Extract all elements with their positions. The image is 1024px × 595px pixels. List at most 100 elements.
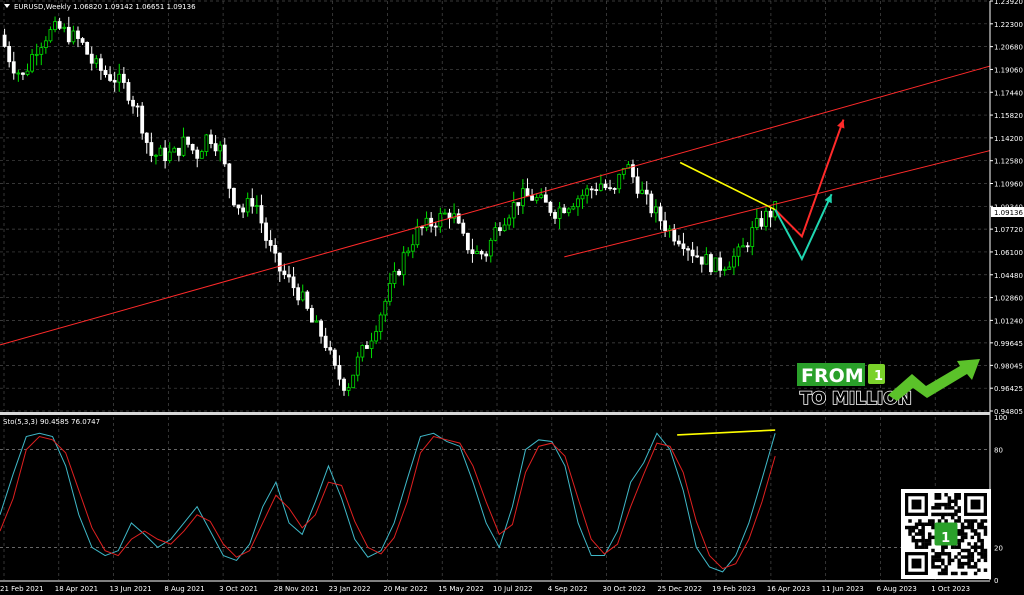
time-tick-label: 15 May 2022 xyxy=(438,585,484,593)
candle-body xyxy=(209,134,213,144)
candle-body xyxy=(475,251,479,255)
candle-body xyxy=(681,243,686,250)
candle-body xyxy=(94,58,99,64)
time-tick-label: 3 Oct 2021 xyxy=(219,585,258,593)
candle-body xyxy=(378,314,383,332)
candle-body xyxy=(566,208,571,214)
candle-body xyxy=(16,72,21,75)
candle-body xyxy=(213,143,218,152)
candle-body xyxy=(199,151,204,159)
candle-body xyxy=(731,255,736,268)
svg-text:1: 1 xyxy=(941,531,950,546)
candle-body xyxy=(126,82,131,101)
price-tick-label: 1.19060 xyxy=(994,66,1023,74)
candle-body xyxy=(80,38,85,43)
candle-body xyxy=(420,226,424,229)
candle-body xyxy=(433,225,438,228)
candle-body xyxy=(89,53,94,64)
candle-body xyxy=(704,254,709,265)
candle-body xyxy=(328,347,333,351)
candle-body xyxy=(264,222,268,241)
candle-body xyxy=(296,287,301,301)
stoch-tick-label: 80 xyxy=(994,447,1003,455)
candle-body xyxy=(250,198,255,207)
stoch-tick-label: 0 xyxy=(994,577,998,585)
price-tick-label: 1.20680 xyxy=(994,44,1023,52)
candle-body xyxy=(241,207,246,213)
candle-body xyxy=(695,255,700,258)
time-tick-label: 11 Jun 2023 xyxy=(822,585,864,593)
candle-body xyxy=(443,212,447,215)
candle-body xyxy=(768,210,773,218)
candle-body xyxy=(709,254,713,273)
candle-body xyxy=(465,232,470,251)
candle-body xyxy=(282,270,287,276)
time-tick-label: 1 Oct 2023 xyxy=(931,585,970,593)
candle-body xyxy=(736,246,741,257)
candle-body xyxy=(300,291,305,301)
candle-body xyxy=(498,227,502,232)
candle-body xyxy=(649,193,654,214)
qr-code[interactable]: 1 xyxy=(901,489,991,579)
price-tick-label: 1.04480 xyxy=(994,272,1023,280)
candle-body xyxy=(236,204,241,209)
time-tick-label: 10 Jul 2022 xyxy=(493,585,533,593)
candle-body xyxy=(690,249,695,257)
candle-body xyxy=(135,105,140,108)
candle-body xyxy=(603,183,608,189)
candle-body xyxy=(470,249,475,255)
price-tick-label: 1.06100 xyxy=(994,249,1023,257)
candle-body xyxy=(66,26,71,43)
candle-body xyxy=(410,244,415,252)
candle-body xyxy=(34,53,39,56)
candle-body xyxy=(745,245,750,248)
candle-body xyxy=(268,240,273,246)
candle-body xyxy=(144,132,149,143)
price-tick-label: 1.17440 xyxy=(994,89,1023,97)
time-tick-label: 16 Apr 2023 xyxy=(767,585,810,593)
time-tick-label: 30 Oct 2022 xyxy=(603,585,646,593)
candle-body xyxy=(39,47,44,55)
candle-body xyxy=(713,257,718,273)
candle-body xyxy=(163,147,168,162)
candle-body xyxy=(11,61,16,74)
price-tick-label: 0.98045 xyxy=(994,362,1023,370)
candle-body xyxy=(287,274,291,278)
candle-body xyxy=(117,73,122,83)
price-tick-label: 0.99645 xyxy=(994,340,1023,348)
candle-body xyxy=(176,147,181,156)
price-tick-label: 1.02860 xyxy=(994,295,1023,303)
candle-body xyxy=(658,206,663,222)
candle-body xyxy=(543,194,548,203)
candle-body xyxy=(374,331,379,342)
candle-body xyxy=(181,136,186,156)
candle-body xyxy=(589,188,594,191)
candle-body xyxy=(103,70,108,75)
candle-body xyxy=(291,276,296,289)
price-tick-label: 1.15820 xyxy=(994,112,1023,120)
candle-body xyxy=(424,217,429,228)
candle-body xyxy=(617,173,622,190)
candle-body xyxy=(502,224,507,232)
candle-body xyxy=(722,268,727,271)
time-tick-label: 13 Jun 2021 xyxy=(110,585,152,593)
trading-chart[interactable]: 1.23920 1.22300 1.20680 1.19060 1.17440 1.158… xyxy=(0,0,1024,595)
current-price-label: 1.09136 xyxy=(994,209,1023,217)
candle-body xyxy=(392,270,397,284)
candle-body xyxy=(346,387,351,391)
candle-body xyxy=(259,205,264,224)
candle-body xyxy=(534,197,539,201)
candle-body xyxy=(401,252,406,276)
time-tick-label: 8 Aug 2021 xyxy=(164,585,204,593)
candle-body xyxy=(71,30,76,43)
candle-body xyxy=(585,188,590,196)
candle-body xyxy=(759,218,764,227)
time-tick-label: 20 Mar 2022 xyxy=(383,585,427,593)
candle-body xyxy=(204,134,209,152)
panel-separator[interactable] xyxy=(0,412,990,415)
candle-body xyxy=(699,256,704,265)
price-tick-label: 1.12580 xyxy=(994,158,1023,166)
candle-body xyxy=(479,251,484,255)
candle-body xyxy=(612,188,617,190)
candle-body xyxy=(530,195,534,201)
